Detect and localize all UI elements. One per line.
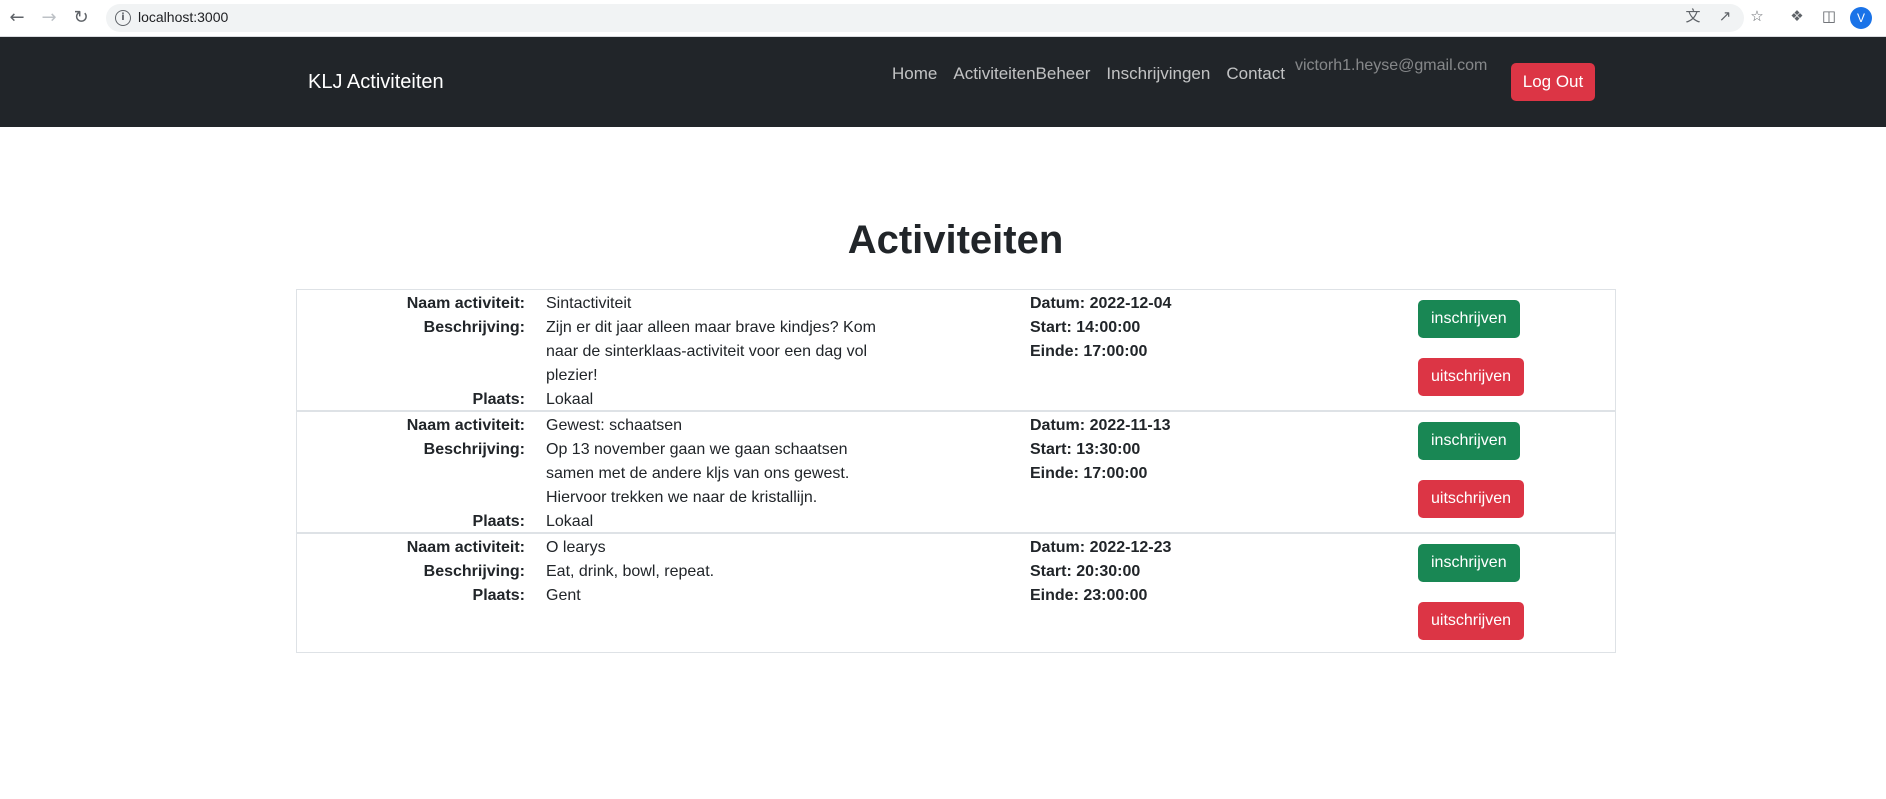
label-end: Einde: bbox=[1030, 343, 1079, 360]
user-email: victorh1.heyse@gmail.com bbox=[1295, 57, 1488, 74]
label-place: Plaats: bbox=[472, 587, 525, 604]
field-values: Sintactiviteit Zijn er dit jaar alleen m… bbox=[546, 292, 886, 412]
activities-table: Naam activiteit: Beschrijving: Plaats: S… bbox=[296, 289, 1616, 653]
label-name: Naam activiteit: bbox=[406, 295, 525, 312]
activity-place: Lokaal bbox=[546, 391, 594, 408]
label-place: Plaats: bbox=[472, 513, 525, 530]
site-info-icon[interactable]: i bbox=[115, 10, 131, 26]
activity-schedule: Datum: 2022-11-13 Start: 13:30:00 Einde:… bbox=[1030, 414, 1171, 486]
label-date: Datum: bbox=[1030, 295, 1086, 312]
activity-description: Eat, drink, bowl, repeat. bbox=[546, 563, 715, 580]
forward-icon[interactable]: → bbox=[38, 7, 60, 29]
nav-links: Home ActiviteitenBeheer Inschrijvingen C… bbox=[892, 64, 1301, 84]
activity-date: 2022-12-04 bbox=[1089, 295, 1172, 312]
nav-link-activiteitenbeheer[interactable]: ActiviteitenBeheer bbox=[953, 64, 1090, 84]
label-end: Einde: bbox=[1030, 587, 1079, 604]
activity-date: 2022-11-13 bbox=[1089, 417, 1171, 434]
activity-start: 14:00:00 bbox=[1076, 319, 1141, 336]
activity-schedule: Datum: 2022-12-23 Start: 20:30:00 Einde:… bbox=[1030, 536, 1171, 608]
subscribe-button[interactable]: inschrijven bbox=[1418, 422, 1520, 460]
label-place: Plaats: bbox=[472, 391, 525, 408]
translate-icon[interactable]: 文 bbox=[1684, 7, 1702, 25]
label-description: Beschrijving: bbox=[423, 441, 525, 458]
page-title: Activiteiten bbox=[847, 218, 1064, 262]
nav-link-contact[interactable]: Contact bbox=[1226, 64, 1285, 84]
navbar: KLJ Activiteiten Home ActiviteitenBeheer… bbox=[0, 37, 1886, 127]
brand-link[interactable]: KLJ Activiteiten bbox=[308, 71, 444, 94]
label-name: Naam activiteit: bbox=[406, 539, 525, 556]
activity-end: 17:00:00 bbox=[1083, 465, 1148, 482]
activity-name: Sintactiviteit bbox=[546, 295, 632, 312]
url-text[interactable]: localhost:3000 bbox=[138, 9, 228, 25]
unsubscribe-button[interactable]: uitschrijven bbox=[1418, 480, 1525, 518]
field-values: O learys Eat, drink, bowl, repeat. Gent bbox=[546, 536, 886, 608]
field-labels: Naam activiteit: Beschrijving: Plaats: bbox=[407, 536, 525, 608]
field-labels: Naam activiteit: Beschrijving: Plaats: bbox=[407, 414, 525, 534]
side-panel-icon[interactable]: ◫ bbox=[1820, 7, 1838, 25]
label-description: Beschrijving: bbox=[423, 319, 525, 336]
activity-end: 17:00:00 bbox=[1083, 343, 1148, 360]
activity-date: 2022-12-23 bbox=[1089, 539, 1172, 556]
activity-place: Gent bbox=[546, 587, 581, 604]
activity-name: Gewest: schaatsen bbox=[546, 417, 683, 434]
label-start: Start: bbox=[1030, 441, 1072, 458]
activity-end: 23:00:00 bbox=[1083, 587, 1148, 604]
nav-link-home[interactable]: Home bbox=[892, 64, 937, 84]
activity-start: 13:30:00 bbox=[1076, 441, 1141, 458]
unsubscribe-button[interactable]: uitschrijven bbox=[1418, 358, 1525, 396]
browser-toolbar: ← → ↻ i localhost:3000 文 ↗ ☆ ❖ ◫ V bbox=[0, 0, 1886, 37]
activity-start: 20:30:00 bbox=[1076, 563, 1141, 580]
activity-description: Op 13 november gaan we gaan schaatsen sa… bbox=[546, 441, 850, 506]
nav-link-inschrijvingen[interactable]: Inschrijvingen bbox=[1106, 64, 1210, 84]
bookmark-star-icon[interactable]: ☆ bbox=[1748, 7, 1766, 25]
label-end: Einde: bbox=[1030, 465, 1079, 482]
activity-description: Zijn er dit jaar alleen maar brave kindj… bbox=[546, 319, 876, 384]
label-description: Beschrijving: bbox=[423, 563, 525, 580]
logout-button[interactable]: Log Out bbox=[1511, 63, 1595, 101]
label-date: Datum: bbox=[1030, 539, 1086, 556]
subscribe-button[interactable]: inschrijven bbox=[1418, 300, 1520, 338]
activity-schedule: Datum: 2022-12-04 Start: 14:00:00 Einde:… bbox=[1030, 292, 1171, 364]
subscribe-button[interactable]: inschrijven bbox=[1418, 544, 1520, 582]
address-bar[interactable]: i localhost:3000 bbox=[106, 4, 1744, 32]
label-start: Start: bbox=[1030, 563, 1072, 580]
label-start: Start: bbox=[1030, 319, 1072, 336]
activity-place: Lokaal bbox=[546, 513, 594, 530]
share-icon[interactable]: ↗ bbox=[1716, 7, 1734, 25]
label-name: Naam activiteit: bbox=[406, 417, 525, 434]
profile-avatar[interactable]: V bbox=[1850, 7, 1872, 29]
back-icon[interactable]: ← bbox=[6, 7, 28, 29]
field-values: Gewest: schaatsen Op 13 november gaan we… bbox=[546, 414, 886, 534]
reload-icon[interactable]: ↻ bbox=[70, 7, 92, 29]
activity-row: Naam activiteit: Beschrijving: Plaats: S… bbox=[297, 290, 1615, 412]
activity-name: O learys bbox=[546, 539, 606, 556]
activity-row: Naam activiteit: Beschrijving: Plaats: O… bbox=[297, 534, 1615, 652]
unsubscribe-button[interactable]: uitschrijven bbox=[1418, 602, 1525, 640]
extensions-icon[interactable]: ❖ bbox=[1788, 7, 1806, 25]
label-date: Datum: bbox=[1030, 417, 1086, 434]
activity-row: Naam activiteit: Beschrijving: Plaats: G… bbox=[297, 412, 1615, 534]
field-labels: Naam activiteit: Beschrijving: Plaats: bbox=[407, 292, 525, 412]
